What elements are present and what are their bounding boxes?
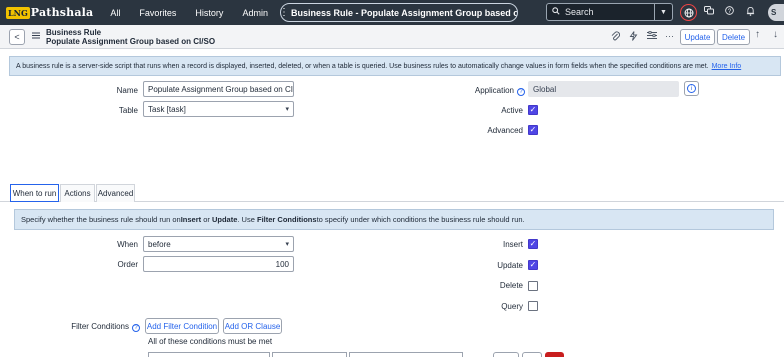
table-select-value: Task [task] — [148, 104, 186, 114]
delete-checkbox[interactable]: ✓ — [528, 281, 538, 291]
when-select[interactable]: before ▾ — [143, 236, 294, 252]
previous-record-icon[interactable]: ↑ — [755, 29, 760, 40]
chat-icon[interactable] — [704, 6, 714, 17]
attachment-icon[interactable] — [611, 31, 621, 43]
notification-bell-icon[interactable] — [746, 6, 755, 18]
active-label: Active — [501, 106, 523, 115]
context-menu-icon[interactable] — [32, 31, 40, 41]
filter-conditions-label: Filter Conditions? — [60, 322, 140, 332]
settings-sliders-icon[interactable] — [647, 30, 657, 42]
tab-when-to-run[interactable]: When to run — [10, 184, 59, 202]
record-title: Business Rule - Populate Assignment Grou… — [291, 7, 518, 18]
filter-and-button[interactable] — [493, 352, 519, 357]
search-icon — [552, 7, 560, 17]
table-label: Table — [118, 106, 138, 115]
info-banner-text: A business rule is a server-side script … — [16, 62, 709, 70]
nav-admin[interactable]: Admin — [242, 8, 268, 18]
add-or-clause-button[interactable]: Add OR Clause — [223, 318, 282, 334]
form-table-label: Business Rule — [46, 28, 102, 37]
filter-remove-button[interactable] — [545, 352, 564, 357]
logo-mark: LNG — [6, 6, 30, 19]
record-title-pill[interactable]: Business Rule - Populate Assignment Grou… — [280, 3, 518, 22]
chevron-down-icon: ▾ — [285, 106, 289, 113]
banner-mid: . Use — [237, 215, 257, 224]
nav-links: All Favorites History Admin — [110, 8, 287, 18]
activity-icon[interactable] — [629, 31, 638, 43]
application-label-text: Application — [474, 86, 514, 95]
nav-favorites[interactable]: Favorites — [139, 8, 176, 18]
order-label: Order — [117, 260, 138, 269]
advanced-checkbox[interactable]: ✓ — [528, 125, 538, 135]
insert-checkbox[interactable]: ✓ — [528, 239, 538, 249]
tab-actions[interactable]: Actions — [60, 184, 95, 202]
filter-operator-select[interactable] — [272, 352, 347, 357]
name-label: Name — [116, 86, 138, 95]
banner-text-2: to specify under which conditions the bu… — [316, 215, 525, 224]
update-checkbox[interactable]: ✓ — [528, 260, 538, 270]
update-button[interactable]: Update — [680, 29, 715, 45]
info-banner: A business rule is a server-side script … — [9, 56, 781, 76]
application-info-button[interactable]: i — [684, 81, 699, 96]
when-select-value: before — [148, 239, 171, 249]
help-icon[interactable]: ? — [725, 6, 734, 17]
filter-conditions-label-text: Filter Conditions — [71, 322, 129, 331]
back-button[interactable]: < — [9, 29, 25, 45]
query-label: Query — [501, 302, 523, 311]
logo-text: Pathshala — [30, 6, 94, 19]
application-field: Global — [528, 81, 679, 97]
form-record-name: Populate Assignment Group based on CI/SO — [46, 37, 216, 46]
more-actions-icon[interactable]: ··· — [665, 31, 674, 41]
active-checkbox[interactable]: ✓ — [528, 105, 538, 115]
delete-label: Delete — [499, 281, 523, 290]
svg-text:?: ? — [728, 8, 732, 15]
help-icon[interactable]: ? — [517, 88, 525, 96]
info-icon: i — [687, 84, 696, 93]
search-scope-chevron-icon[interactable]: ▼ — [654, 4, 672, 20]
more-info-link[interactable]: More Info — [712, 63, 742, 70]
add-filter-condition-button[interactable]: Add Filter Condition — [145, 318, 219, 334]
filter-value-field[interactable] — [349, 352, 463, 357]
update-label: Update — [497, 261, 523, 270]
logo[interactable]: LNG Pathshala — [6, 0, 93, 25]
global-search[interactable]: Search ▼ — [546, 3, 673, 21]
banner-filter: Filter Conditions — [256, 215, 317, 224]
search-placeholder: Search — [565, 7, 594, 17]
user-avatar[interactable]: S — [768, 4, 784, 21]
order-field[interactable]: 100 — [143, 256, 294, 272]
globe-icon[interactable] — [680, 4, 697, 21]
insert-label: Insert — [502, 240, 523, 249]
help-icon[interactable]: ? — [132, 324, 140, 332]
application-label: Application? — [440, 86, 525, 96]
form-header: < Business Rule Populate Assignment Grou… — [0, 25, 784, 49]
banner-text-1: Specify whether the business rule should… — [21, 215, 181, 224]
chevron-down-icon: ▾ — [285, 241, 289, 248]
query-checkbox[interactable]: ✓ — [528, 301, 538, 311]
next-record-icon[interactable]: ↓ — [773, 29, 778, 40]
nav-all[interactable]: All — [110, 8, 120, 18]
all-conditions-text: All of these conditions must be met — [148, 337, 273, 346]
when-label: When — [117, 240, 138, 249]
table-select[interactable]: Task [task] ▾ — [143, 101, 294, 117]
when-to-run-banner: Specify whether the business rule should… — [14, 209, 774, 230]
nav-history[interactable]: History — [195, 8, 223, 18]
delete-button[interactable]: Delete — [717, 29, 750, 45]
banner-or: or — [201, 215, 212, 224]
banner-update: Update — [211, 215, 238, 224]
advanced-label: Advanced — [487, 126, 523, 135]
filter-or-button[interactable] — [522, 352, 542, 357]
name-field[interactable]: Populate Assignment Group based on CI/SO — [143, 81, 294, 97]
tab-advanced[interactable]: Advanced — [96, 184, 135, 202]
banner-insert: Insert — [180, 215, 202, 224]
filter-field-select[interactable] — [148, 352, 270, 357]
